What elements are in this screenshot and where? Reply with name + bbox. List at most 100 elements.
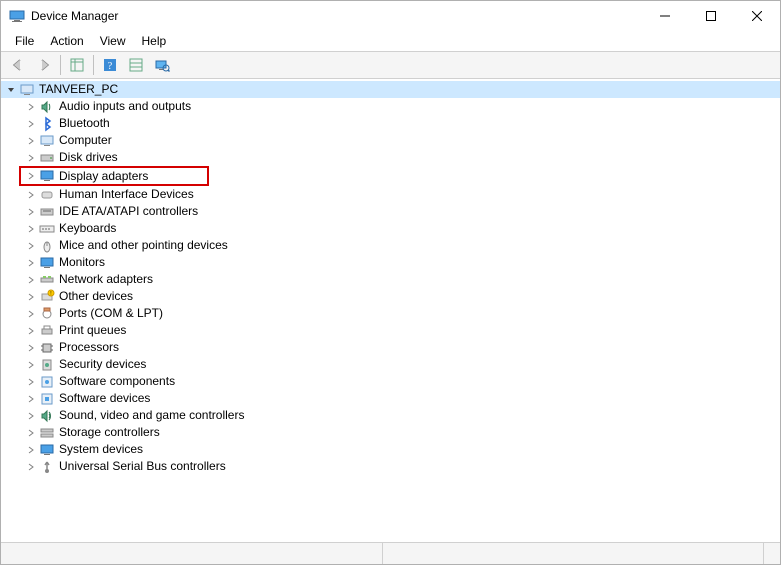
chevron-right-icon[interactable] [25,189,37,201]
category-icon [39,391,55,407]
chevron-right-icon[interactable] [25,240,37,252]
category-label: Keyboards [59,220,116,237]
chevron-right-icon[interactable] [25,444,37,456]
tree-category[interactable]: Security devices [1,356,780,373]
tree-category[interactable]: Processors [1,339,780,356]
tree-category[interactable]: System devices [1,441,780,458]
tree-category[interactable]: Network adapters [1,271,780,288]
chevron-right-icon[interactable] [25,342,37,354]
category-label: Display adapters [59,169,148,183]
chevron-right-icon[interactable] [25,291,37,303]
category-label: Software components [59,373,175,390]
chevron-down-icon[interactable] [5,84,17,96]
window-title: Device Manager [31,9,642,23]
category-label: Other devices [59,288,133,305]
category-label: System devices [59,441,143,458]
chevron-right-icon[interactable] [25,410,37,422]
category-label: Human Interface Devices [59,186,194,203]
tree-category[interactable]: Monitors [1,254,780,271]
tree-category[interactable]: Sound, video and game controllers [1,407,780,424]
chevron-right-icon[interactable] [25,135,37,147]
chevron-right-icon[interactable] [25,427,37,439]
category-icon [39,459,55,475]
tree-category[interactable]: Ports (COM & LPT) [1,305,780,322]
tree-category[interactable]: Computer [1,132,780,149]
tree-category[interactable]: Bluetooth [1,115,780,132]
tree-category[interactable]: Software devices [1,390,780,407]
menu-view[interactable]: View [92,32,134,50]
tree-category[interactable]: Keyboards [1,220,780,237]
device-tree[interactable]: TANVEER_PC Audio inputs and outputsBluet… [1,79,780,542]
chevron-right-icon[interactable] [25,206,37,218]
help-button[interactable]: ? [98,53,122,77]
category-label: Print queues [59,322,126,339]
chevron-right-icon[interactable] [25,461,37,473]
tree-category[interactable]: ! Other devices [1,288,780,305]
chevron-right-icon[interactable] [25,359,37,371]
tree-category[interactable]: Audio inputs and outputs [1,98,780,115]
tree-category[interactable]: Human Interface Devices [1,186,780,203]
chevron-right-icon[interactable] [25,325,37,337]
chevron-right-icon[interactable] [25,101,37,113]
root-label: TANVEER_PC [39,81,118,98]
category-icon [39,99,55,115]
computer-icon [19,82,35,98]
category-label: Security devices [59,356,146,373]
category-icon [39,306,55,322]
status-resize-grip[interactable] [764,543,780,564]
category-label: Mice and other pointing devices [59,237,228,254]
svg-text:!: ! [50,291,51,297]
tree-root[interactable]: TANVEER_PC [1,81,780,98]
close-button[interactable] [734,1,780,31]
category-label: Network adapters [59,271,153,288]
category-label: Storage controllers [59,424,160,441]
chevron-right-icon[interactable] [25,393,37,405]
category-label: Software devices [59,390,150,407]
chevron-right-icon[interactable] [25,118,37,130]
category-icon [39,187,55,203]
highlighted-category[interactable]: Display adapters [19,166,209,186]
chevron-right-icon[interactable] [25,170,37,182]
scan-hardware-button[interactable] [150,53,174,77]
category-icon [39,133,55,149]
category-label: Bluetooth [59,115,110,132]
menu-action[interactable]: Action [42,32,91,50]
back-button[interactable] [6,53,30,77]
tree-category[interactable]: Mice and other pointing devices [1,237,780,254]
chevron-right-icon[interactable] [25,152,37,164]
chevron-right-icon[interactable] [25,223,37,235]
chevron-right-icon[interactable] [25,376,37,388]
device-manager-window: Device Manager File Action View Help [0,0,781,565]
category-label: Audio inputs and outputs [59,98,191,115]
category-icon [39,221,55,237]
category-icon [39,442,55,458]
category-label: Disk drives [59,149,118,166]
category-label: Monitors [59,254,105,271]
chevron-right-icon[interactable] [25,274,37,286]
menu-help[interactable]: Help [134,32,175,50]
category-label: Sound, video and game controllers [59,407,244,424]
window-controls [642,1,780,31]
chevron-right-icon[interactable] [25,308,37,320]
forward-button[interactable] [32,53,56,77]
menu-file[interactable]: File [7,32,42,50]
category-icon: ! [39,289,55,305]
category-icon [39,168,55,184]
tree-category[interactable]: Storage controllers [1,424,780,441]
svg-text:?: ? [108,61,113,72]
app-icon [9,8,25,24]
category-icon [39,374,55,390]
tree-category[interactable]: Software components [1,373,780,390]
show-hidden-button[interactable] [124,53,148,77]
category-icon [39,150,55,166]
category-label: IDE ATA/ATAPI controllers [59,203,198,220]
show-hide-tree-button[interactable] [65,53,89,77]
chevron-right-icon[interactable] [25,257,37,269]
tree-category[interactable]: IDE ATA/ATAPI controllers [1,203,780,220]
tree-category[interactable]: Print queues [1,322,780,339]
tree-category[interactable]: Disk drives [1,149,780,166]
minimize-button[interactable] [642,1,688,31]
tree-category[interactable]: Universal Serial Bus controllers [1,458,780,475]
maximize-button[interactable] [688,1,734,31]
category-icon [39,255,55,271]
